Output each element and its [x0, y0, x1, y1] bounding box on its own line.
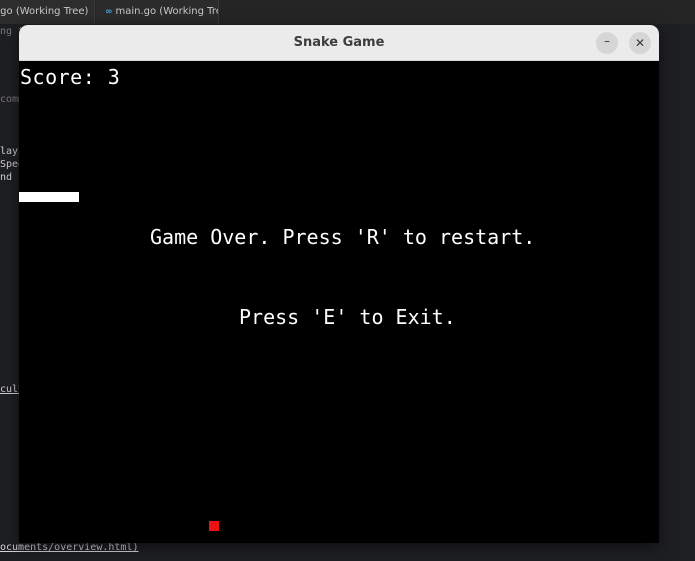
game-over-message: Game Over. Press 'R' to restart.	[150, 225, 536, 249]
exit-message: Press 'E' to Exit.	[239, 305, 456, 329]
editor-tab-label: main.go (Working Tree)	[115, 6, 219, 17]
snake-body	[19, 192, 79, 202]
desktop: .go (Working Tree) ∞main.go (Working Tre…	[0, 0, 695, 561]
editor-tab-main-go[interactable]: ∞main.go (Working Tree)	[96, 0, 219, 24]
editor-tab-bar: .go (Working Tree) ∞main.go (Working Tre…	[0, 0, 695, 25]
minimize-button[interactable]: –	[596, 32, 618, 54]
window-titlebar[interactable]: Snake Game – ✕	[19, 25, 659, 61]
food-pellet	[209, 521, 219, 531]
score-display: Score: 3	[20, 65, 121, 89]
editor-tab-go-working-tree[interactable]: .go (Working Tree)	[0, 0, 95, 24]
close-icon: ✕	[634, 36, 646, 50]
window-title: Snake Game	[293, 35, 385, 50]
game-canvas[interactable]: Score: 3 Game Over. Press 'R' to restart…	[19, 61, 659, 543]
minimize-icon: –	[604, 34, 610, 48]
go-file-icon: ∞	[105, 7, 113, 17]
snake-game-window: Snake Game – ✕ Score: 3 Game Over. Press…	[19, 25, 659, 543]
editor-tab-label: .go (Working Tree)	[0, 6, 89, 17]
editor-terminal-path: ocuments/overview.html)	[0, 542, 139, 553]
close-button[interactable]: ✕	[629, 32, 651, 54]
